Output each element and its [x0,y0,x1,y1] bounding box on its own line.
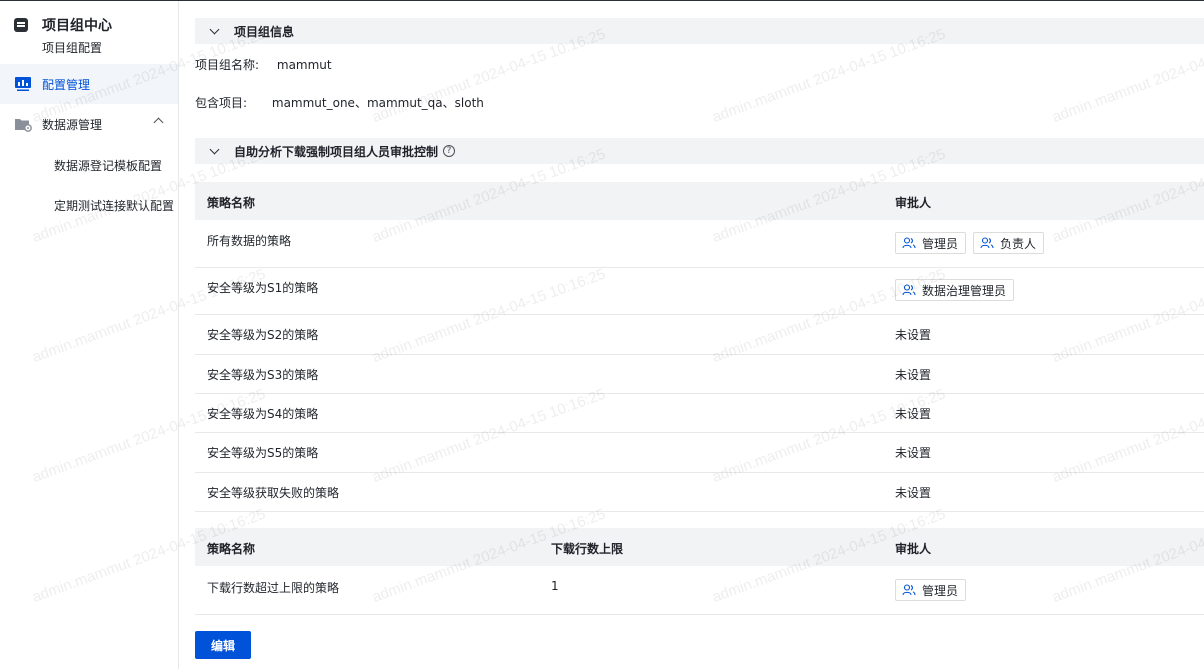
table-row: 安全等级为S2的策略 未设置 [195,315,1204,355]
sidebar: 项目组中心 项目组配置 配置管理 数据源管理 数据源登记模板配置 定期测试连接默… [0,1,179,669]
brand-title: 项目组中心 [42,18,112,34]
edit-button[interactable]: 编辑 [195,631,251,659]
sidebar-item-config[interactable]: 配置管理 [0,64,178,104]
table-row: 安全等级为S5的策略 未设置 [195,433,1204,473]
column-header-approver: 审批人 [895,196,932,210]
policy-name: 所有数据的策略 [207,234,292,248]
project-name-row: 项目组名称: mammut [195,56,332,73]
approver-unset: 未设置 [895,446,932,460]
folder-gear-icon [14,116,32,132]
projects-row: 包含项目: mammut_one、mammut_qa、sloth [195,94,484,111]
policy-name: 安全等级获取失败的策略 [207,486,340,500]
monitor-chart-icon [14,76,32,92]
policy-name: 安全等级为S4的策略 [207,407,319,421]
help-icon[interactable]: ? [443,145,456,157]
approver-tag: 数据治理管理员 [895,279,1015,301]
user-group-icon [902,584,916,596]
sidebar-subitem-template[interactable]: 数据源登记模板配置 [54,157,162,174]
brand-subtitle: 项目组配置 [42,41,103,55]
section-header-approval[interactable]: 自助分析下载强制项目组人员审批控制 ? [195,138,1204,164]
section-header-project-info[interactable]: 项目组信息 [195,18,1204,44]
project-name-label: 项目组名称: [195,58,260,72]
project-group-icon [14,18,28,32]
policy-name: 下载行数超过上限的策略 [207,581,340,595]
table-row: 安全等级获取失败的策略 未设置 [195,473,1204,512]
chevron-down-icon[interactable] [209,24,220,34]
approver-unset: 未设置 [895,486,932,500]
user-group-icon [902,237,916,249]
table-row: 所有数据的策略 管理员 负责人 [195,220,1204,268]
user-group-icon [980,237,994,249]
user-group-icon [902,284,916,296]
sidebar-item-label: 数据源管理 [42,117,103,132]
approver-unset: 未设置 [895,368,932,382]
approver-unset: 未设置 [895,407,932,421]
column-header-limit: 下载行数上限 [551,542,624,556]
sidebar-item-label: 配置管理 [42,77,91,92]
projects-value: mammut_one、mammut_qa、sloth [271,96,484,110]
approver-tag-label: 管理员 [922,236,959,251]
section-title: 项目组信息 [234,24,295,39]
policy-name: 安全等级为S5的策略 [207,446,319,460]
policy-name: 安全等级为S3的策略 [207,368,319,382]
project-name-value: mammut [276,58,332,72]
chevron-down-icon[interactable] [209,144,220,154]
policy-name: 安全等级为S2的策略 [207,328,319,342]
table-row: 安全等级为S3的策略 未设置 [195,355,1204,394]
sidebar-subitem-connection[interactable]: 定期测试连接默认配置 [54,197,174,214]
projects-label: 包含项目: [195,96,248,110]
sidebar-item-datasource[interactable]: 数据源管理 [0,104,178,144]
approver-unset: 未设置 [895,328,932,342]
table-header: 策略名称 审批人 [195,182,1204,220]
top-border [0,0,1204,1]
chevron-up-icon[interactable] [153,117,164,128]
table-row: 下载行数超过上限的策略 1 管理员 [195,566,1204,615]
approver-tag: 负责人 [973,232,1045,254]
column-header-policy: 策略名称 [207,196,256,210]
table-row: 安全等级为S4的策略 未设置 [195,394,1204,433]
table-row: 安全等级为S1的策略 数据治理管理员 [195,268,1204,315]
column-header-policy: 策略名称 [207,542,256,556]
approver-tag-label: 负责人 [1000,236,1037,251]
row-limit-value: 1 [551,579,559,593]
section-title: 自助分析下载强制项目组人员审批控制 [234,144,439,159]
column-header-approver: 审批人 [895,542,932,556]
approver-tag-label: 管理员 [922,583,959,598]
approver-tag: 管理员 [895,579,967,601]
table-header: 策略名称 下载行数上限 审批人 [195,528,1204,566]
approver-tag: 管理员 [895,232,967,254]
policy-name: 安全等级为S1的策略 [207,281,319,295]
approver-tag-label: 数据治理管理员 [922,283,1007,298]
